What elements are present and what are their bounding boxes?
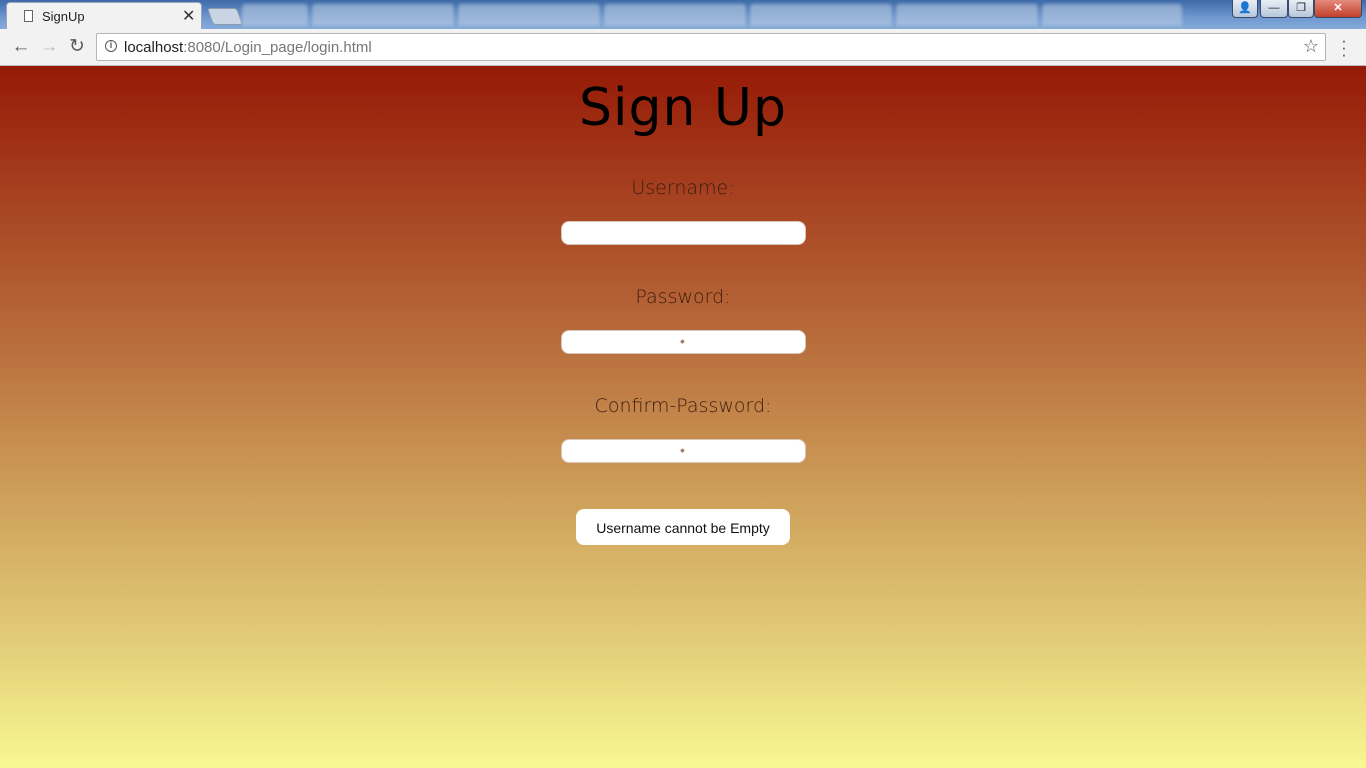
background-tab[interactable] [750, 4, 892, 26]
tab-signup[interactable]: SignUp ✕ [6, 2, 202, 29]
minimize-button[interactable]: — [1260, 0, 1288, 18]
browser-toolbar: ← → ↻ i localhost:8080/Login_page/login.… [0, 29, 1366, 66]
restore-button[interactable]: ❐ [1288, 0, 1314, 18]
address-bar[interactable]: i localhost:8080/Login_page/login.html ☆ [96, 33, 1326, 61]
submit-button[interactable]: Username cannot be Empty [576, 509, 790, 545]
window-close-button[interactable]: ✕ [1314, 0, 1362, 18]
username-label: Username: [631, 177, 735, 199]
browser-menu-icon[interactable]: · · · [1337, 32, 1351, 63]
password-label: Password: [635, 286, 731, 308]
tab-title: SignUp [42, 9, 85, 24]
page-viewport: Sign Up Username: Password: • Confirm-Pa… [0, 66, 1366, 768]
new-tab-button[interactable] [206, 8, 244, 25]
tab-close-icon[interactable]: ✕ [182, 6, 195, 26]
url-host: localhost [124, 39, 184, 56]
browser-titlebar: SignUp ✕ 👤 — ❐ ✕ [0, 0, 1366, 29]
background-tab[interactable] [312, 4, 454, 26]
info-icon[interactable]: i [105, 40, 117, 52]
background-tab[interactable] [458, 4, 600, 26]
back-arrow-icon[interactable]: ← [10, 36, 32, 58]
username-input[interactable] [561, 221, 806, 245]
background-tab[interactable] [242, 4, 308, 26]
url-path: :8080/Login_page/login.html [183, 39, 372, 56]
confirm-password-label: Confirm-Password: [594, 395, 772, 417]
forward-arrow-icon[interactable]: → [38, 36, 60, 58]
page-icon [24, 10, 33, 22]
bookmark-star-icon[interactable]: ☆ [1303, 36, 1319, 57]
page-title: Sign Up [578, 78, 788, 138]
background-tab[interactable] [604, 4, 746, 26]
url-text: localhost:8080/Login_page/login.html [124, 39, 372, 56]
confirm-password-input[interactable]: • [561, 439, 806, 463]
background-tab[interactable] [1042, 4, 1182, 26]
user-profile-icon[interactable]: 👤 [1232, 0, 1258, 18]
background-tab[interactable] [896, 4, 1038, 26]
password-input[interactable]: • [561, 330, 806, 354]
reload-icon[interactable]: ↻ [66, 36, 88, 58]
